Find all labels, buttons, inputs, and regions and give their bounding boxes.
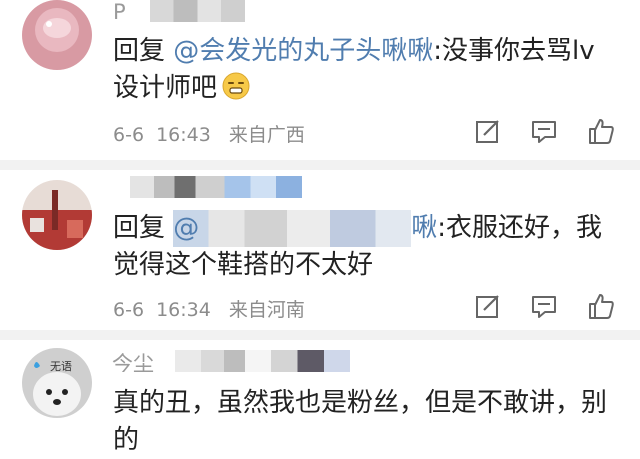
grimace-emoji (221, 71, 251, 101)
username[interactable]: P (113, 0, 126, 24)
separator (0, 160, 640, 170)
comment-item: 回复 @ 啾:衣服还好，我觉得这个鞋搭的不太好 6-6 16:34 来自河南 (0, 170, 640, 330)
separator (0, 330, 640, 340)
avatar-badge: 无语 (50, 360, 72, 373)
comment-icon[interactable] (528, 290, 560, 322)
comment-location: 来自广西 (228, 124, 305, 146)
comment-text: 回复 @会发光的丸子头啾啾:没事你去骂lv设计师吧 (113, 33, 613, 107)
comment-icon[interactable] (528, 115, 560, 147)
mention-link[interactable]: @ (173, 210, 412, 247)
username-blur (175, 350, 350, 372)
comment-meta: 6-6 16:34 来自河南 (113, 295, 305, 322)
comment-date: 6-6 (113, 299, 145, 321)
avatar[interactable] (22, 0, 92, 70)
like-icon[interactable] (585, 290, 617, 322)
comment-body: 真的丑，虽然我也是粉丝，但是不敢讲，别的 (113, 388, 608, 455)
reply-label: 回复 (113, 36, 166, 66)
username-blur (150, 0, 245, 22)
mention-tail: 啾 (411, 213, 438, 243)
avatar[interactable] (22, 180, 92, 250)
reply-label: 回复 (113, 213, 166, 243)
comment-text: 真的丑，虽然我也是粉丝，但是不敢讲，别的 (113, 385, 623, 459)
avatar[interactable]: 无语 (22, 348, 92, 418)
edit-icon[interactable] (472, 115, 504, 147)
comment-item: P 回复 @会发光的丸子头啾啾:没事你去骂lv设计师吧 6-6 16:43 来自… (0, 0, 640, 162)
username[interactable]: 今尘 (112, 348, 154, 372)
comment-time: 16:43 (156, 124, 211, 146)
comment-text: 回复 @ 啾:衣服还好，我觉得这个鞋搭的不太好 (113, 210, 613, 284)
comment-item: 无语 今尘 真的丑，虽然我也是粉丝，但是不敢讲，别的 (0, 340, 640, 455)
like-icon[interactable] (585, 115, 617, 147)
comment-meta: 6-6 16:43 来自广西 (113, 120, 305, 147)
mention-link[interactable]: @会发光的丸子头啾啾 (173, 36, 433, 66)
comment-time: 16:34 (156, 299, 211, 321)
username-blur (130, 176, 302, 198)
edit-icon[interactable] (472, 290, 504, 322)
comment-date: 6-6 (113, 124, 145, 146)
comment-location: 来自河南 (228, 299, 305, 321)
